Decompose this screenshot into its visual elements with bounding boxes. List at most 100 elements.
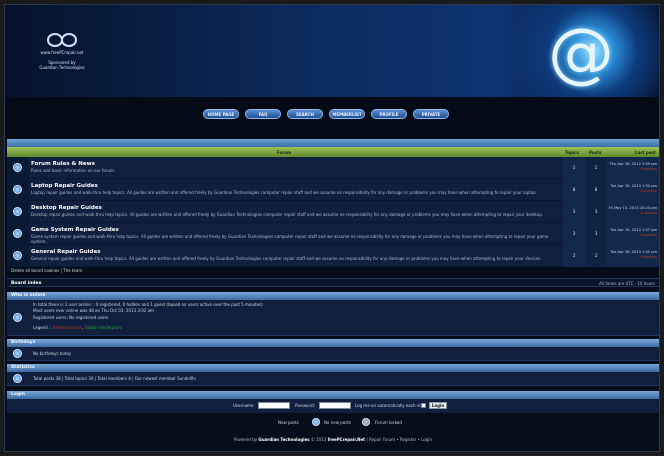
no-new-posts-label: No new posts [324, 420, 351, 425]
board-index-bar: Board index All times are UTC - 10 hours [7, 278, 659, 287]
forum-topics-count: 3 [563, 201, 585, 223]
forum-title-link[interactable]: General Repair Guides [31, 249, 101, 255]
forum-row: Game System Repair Guides Game system re… [7, 223, 659, 245]
username-label: Username: [233, 403, 255, 408]
forum-read-icon [13, 251, 22, 260]
forum-topics-count: 1 [563, 157, 585, 179]
team-link[interactable]: The team [63, 268, 82, 273]
registered-users-text: Registered users: No registered users [33, 315, 109, 320]
statistics-text: Total posts 38 | Total topics 30 | Total… [33, 376, 196, 381]
online-record-text: Most users ever online was 48 on Thu Oct… [33, 308, 154, 313]
forum-table-top-band [7, 139, 659, 147]
forum-title-link[interactable]: Forum Rules & News [31, 161, 95, 167]
last-post-date: Fri May 10, 2013 10:24 am [608, 206, 657, 210]
footer-links[interactable]: | Repair forum • Register • Login [365, 437, 432, 442]
forum-list: Forum Rules & News Rules and basic infor… [7, 157, 659, 267]
footer-company-link[interactable]: Guardian Technologies [258, 437, 309, 442]
password-input[interactable] [319, 402, 351, 409]
forum-last-post: Tue Apr 16, 2013 1:54 pm Guardian [607, 179, 659, 201]
last-post-date: Tue Apr 16, 2013 1:45 pm [610, 250, 657, 254]
forum-read-icon [13, 185, 22, 194]
birthdays-body: No birthdays today [7, 347, 659, 361]
username-input[interactable] [258, 402, 290, 409]
forum-row: Desktop Repair Guides Desktop repair gui… [7, 201, 659, 223]
col-topics: Topics [565, 150, 579, 155]
forum-topics-count: 2 [563, 245, 585, 267]
last-post-date: Tue Apr 16, 2013 1:57 pm [610, 228, 657, 232]
forum-title-link[interactable]: Game System Repair Guides [31, 227, 119, 233]
login-header: Login [7, 391, 659, 399]
forum-posts-count: 8 [585, 179, 607, 201]
forum-last-post: Thu Apr 16, 2012 2:09 pm Guardian [607, 157, 659, 179]
birthdays-text: No birthdays today [33, 351, 72, 356]
forum-row: Forum Rules & News Rules and basic infor… [7, 157, 659, 179]
last-post-date: Tue Apr 16, 2013 1:54 pm [610, 184, 657, 188]
birthday-icon [13, 349, 22, 358]
nav-faq-button[interactable]: FAQ [245, 109, 281, 119]
forum-topics-count: 8 [563, 179, 585, 201]
forum-row: General Repair Guides General repair gui… [7, 245, 659, 267]
birthdays-header: Birthdays [7, 339, 659, 347]
infinity-logo-icon [47, 33, 77, 47]
sponsor-name: Guardian Technologies [39, 65, 85, 70]
forum-read-icon [13, 207, 22, 216]
forum-row: Laptop Repair Guides Laptop repair guide… [7, 179, 659, 201]
forum-description: Rules and basic information on our forum… [31, 168, 116, 173]
timezone-label: All times are UTC - 10 hours [599, 281, 655, 286]
forum-last-post: Tue Apr 16, 2013 1:45 pm Guardian [607, 245, 659, 267]
site-logo[interactable]: www.freePCrepair.net Sponsored by Guardi… [27, 33, 97, 70]
forum-last-post: Fri May 10, 2013 10:24 am Guardian [607, 201, 659, 223]
nav-memberlist-button[interactable]: MEMBERLIST [329, 109, 365, 119]
last-post-date: Thu Apr 16, 2012 2:09 pm [609, 162, 657, 166]
legend-line: Legend :: Administrators, Global moderat… [33, 325, 122, 331]
footer-site-link[interactable]: freePCrepair.Net [328, 437, 366, 442]
last-post-user-link[interactable]: Guardian [607, 189, 657, 193]
forum-title-link[interactable]: Desktop Repair Guides [31, 205, 102, 211]
forum-locked-label: Forum locked [375, 420, 402, 425]
statistics-body: Total posts 38 | Total topics 30 | Total… [7, 372, 659, 386]
statistics-header: Statistics [7, 364, 659, 372]
remember-checkbox[interactable] [421, 403, 426, 408]
legend-moderators-link[interactable]: Global moderators [85, 325, 122, 330]
footer-prefix: Powered by [233, 437, 259, 442]
forum-read-icon [13, 229, 22, 238]
login-button[interactable]: Login [429, 402, 447, 409]
board-index-link[interactable]: Board index [11, 281, 42, 286]
at-sign-icon: @ [548, 14, 614, 91]
forum-last-post: Tue Apr 16, 2013 1:57 pm Guardian [607, 223, 659, 245]
forum-title-link[interactable]: Laptop Repair Guides [31, 183, 98, 189]
nav-home-button[interactable]: HOME PAGE [203, 109, 239, 119]
nav-search-button[interactable]: SEARCH [287, 109, 323, 119]
col-forum: Forum [277, 150, 292, 155]
page-frame: www.freePCrepair.net Sponsored by Guardi… [4, 4, 660, 452]
forum-description: General repair guides and walk-thru help… [31, 256, 542, 261]
last-post-user-link[interactable]: Guardian [607, 167, 657, 171]
col-posts: Posts [589, 150, 602, 155]
last-post-user-link[interactable]: Guardian [607, 211, 657, 215]
forum-posts-count: 3 [585, 223, 607, 245]
forum-locked-icon [362, 418, 370, 426]
nav-private-button[interactable]: PRIVATE [413, 109, 449, 119]
forum-posts-count: 2 [585, 245, 607, 267]
forum-read-icon [13, 163, 22, 172]
no-new-posts-icon [312, 418, 320, 426]
forum-posts-count: 3 [585, 201, 607, 223]
legend-administrators-link[interactable]: Administrators [53, 325, 82, 330]
forum-description: Desktop repair guides and walk-thru help… [31, 212, 544, 217]
forum-icon-legend: New posts No new posts Forum locked [5, 417, 659, 427]
delete-cookies-link[interactable]: Delete all board cookies [11, 268, 59, 273]
main-nav: HOME PAGE FAQ SEARCH MEMBERLIST PROFILE … [203, 109, 449, 119]
last-post-user-link[interactable]: Guardian [607, 233, 657, 237]
forum-topics-count: 3 [563, 223, 585, 245]
legend-label: Legend :: [33, 325, 53, 330]
footer-copyright: © 2013 [309, 437, 328, 442]
users-online-icon [13, 313, 22, 322]
page-footer: Powered by Guardian Technologies © 2013 … [5, 437, 659, 442]
login-form: Username: Password: Log me on automatica… [7, 399, 659, 413]
who-online-body: In total there is 1 user online :: 0 reg… [7, 300, 659, 336]
new-posts-label: New posts [278, 420, 299, 425]
forum-description: Laptop repair guides and walk-thru help … [31, 190, 538, 195]
nav-profile-button[interactable]: PROFILE [371, 109, 407, 119]
site-header: www.freePCrepair.net Sponsored by Guardi… [5, 5, 659, 97]
last-post-user-link[interactable]: Guardian [607, 255, 657, 259]
